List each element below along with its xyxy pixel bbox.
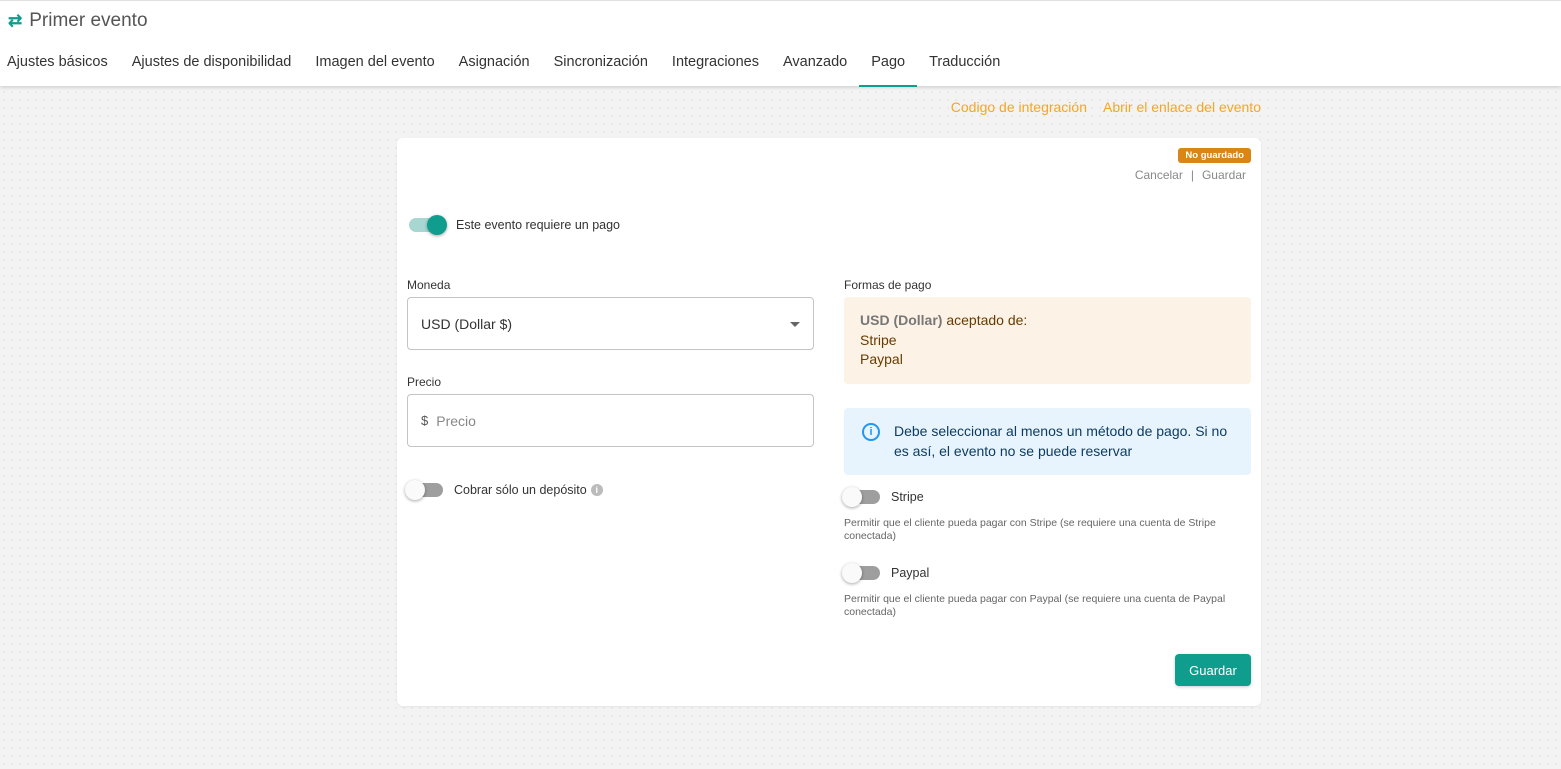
top-links: Codigo de integración Abrir el enlace de… xyxy=(951,99,1261,115)
price-label: Precio xyxy=(407,375,442,389)
toggle-knob xyxy=(842,487,862,507)
deposit-toggle[interactable] xyxy=(405,480,443,500)
accepted-line: USD (Dollar) aceptado de: xyxy=(860,311,1235,331)
stripe-toggle[interactable] xyxy=(842,487,880,507)
tab-translation[interactable]: Traducción xyxy=(917,45,1012,87)
price-placeholder: Precio xyxy=(436,412,476,429)
integration-code-link[interactable]: Codigo de integración xyxy=(951,99,1087,115)
deposit-row: Cobrar sólo un depósito i xyxy=(405,480,603,500)
requires-payment-label: Este evento requiere un pago xyxy=(456,218,621,232)
page-title: Primer evento xyxy=(29,10,148,31)
payment-card: No guardado Cancelar | Guardar Este even… xyxy=(397,138,1261,706)
accepted-methods-box: USD (Dollar) aceptado de: Stripe Paypal xyxy=(844,297,1251,384)
save-button[interactable]: Guardar xyxy=(1175,654,1251,686)
method-item-stripe: Stripe xyxy=(860,331,897,348)
swap-icon[interactable]: ⇄ xyxy=(8,9,22,33)
toggle-knob xyxy=(427,215,447,235)
requires-payment-toggle[interactable] xyxy=(409,215,447,235)
tab-advanced[interactable]: Avanzado xyxy=(771,45,859,87)
stripe-row: Stripe xyxy=(842,487,924,507)
deposit-label: Cobrar sólo un depósito xyxy=(454,483,587,497)
toggle-knob xyxy=(842,563,862,583)
currency-label: Moneda xyxy=(407,278,451,292)
tab-availability-settings[interactable]: Ajustes de disponibilidad xyxy=(120,45,304,87)
tab-sync[interactable]: Sincronización xyxy=(542,45,660,87)
stripe-label: Stripe xyxy=(891,490,924,504)
top-header: ⇄ Primer evento Ajustes básicos Ajustes … xyxy=(0,0,1561,87)
info-icon[interactable]: i xyxy=(590,484,603,496)
paypal-row: Paypal xyxy=(842,563,930,583)
accepted-text: aceptado de: xyxy=(942,312,1028,328)
open-event-link[interactable]: Abrir el enlace del evento xyxy=(1103,99,1261,115)
stripe-description: Permitir que el cliente pueda pagar con … xyxy=(844,517,1216,542)
currency-select[interactable]: USD (Dollar $) xyxy=(407,297,814,350)
cancel-save-links: Cancelar | Guardar xyxy=(1135,168,1246,182)
currency-bold: USD (Dollar) xyxy=(860,312,943,328)
tab-assignment[interactable]: Asignación xyxy=(447,45,542,87)
method-item-paypal: Paypal xyxy=(860,351,903,367)
title-row: ⇄ Primer evento xyxy=(8,9,148,33)
info-circle-icon: i xyxy=(862,423,880,441)
tab-payment[interactable]: Pago xyxy=(859,45,917,87)
cancel-link[interactable]: Cancelar xyxy=(1135,168,1183,182)
tab-basic-settings[interactable]: Ajustes básicos xyxy=(0,45,120,87)
dollar-prefix: $ xyxy=(421,413,429,428)
save-link[interactable]: Guardar xyxy=(1202,168,1246,182)
separator: | xyxy=(1190,168,1194,182)
tab-bar: Ajustes básicos Ajustes de disponibilida… xyxy=(0,45,1012,87)
payment-methods-label: Formas de pago xyxy=(844,278,932,292)
info-text: Debe seleccionar al menos un método de p… xyxy=(894,423,1228,459)
deposit-label-wrap: Cobrar sólo un depósito i xyxy=(454,483,603,497)
price-input[interactable]: $ Precio xyxy=(407,394,814,447)
requires-payment-row: Este evento requiere un pago xyxy=(409,215,621,235)
unsaved-badge: No guardado xyxy=(1178,148,1251,163)
info-alert: i Debe seleccionar al menos un método de… xyxy=(844,408,1251,475)
paypal-toggle[interactable] xyxy=(842,563,880,583)
tab-integrations[interactable]: Integraciones xyxy=(660,45,771,87)
currency-value: USD (Dollar $) xyxy=(421,315,513,332)
toggle-knob xyxy=(405,480,425,500)
chevron-down-icon xyxy=(790,322,800,327)
paypal-description: Permitir que el cliente pueda pagar con … xyxy=(844,593,1226,618)
tab-event-image[interactable]: Imagen del evento xyxy=(303,45,446,87)
paypal-label: Paypal xyxy=(891,566,930,580)
